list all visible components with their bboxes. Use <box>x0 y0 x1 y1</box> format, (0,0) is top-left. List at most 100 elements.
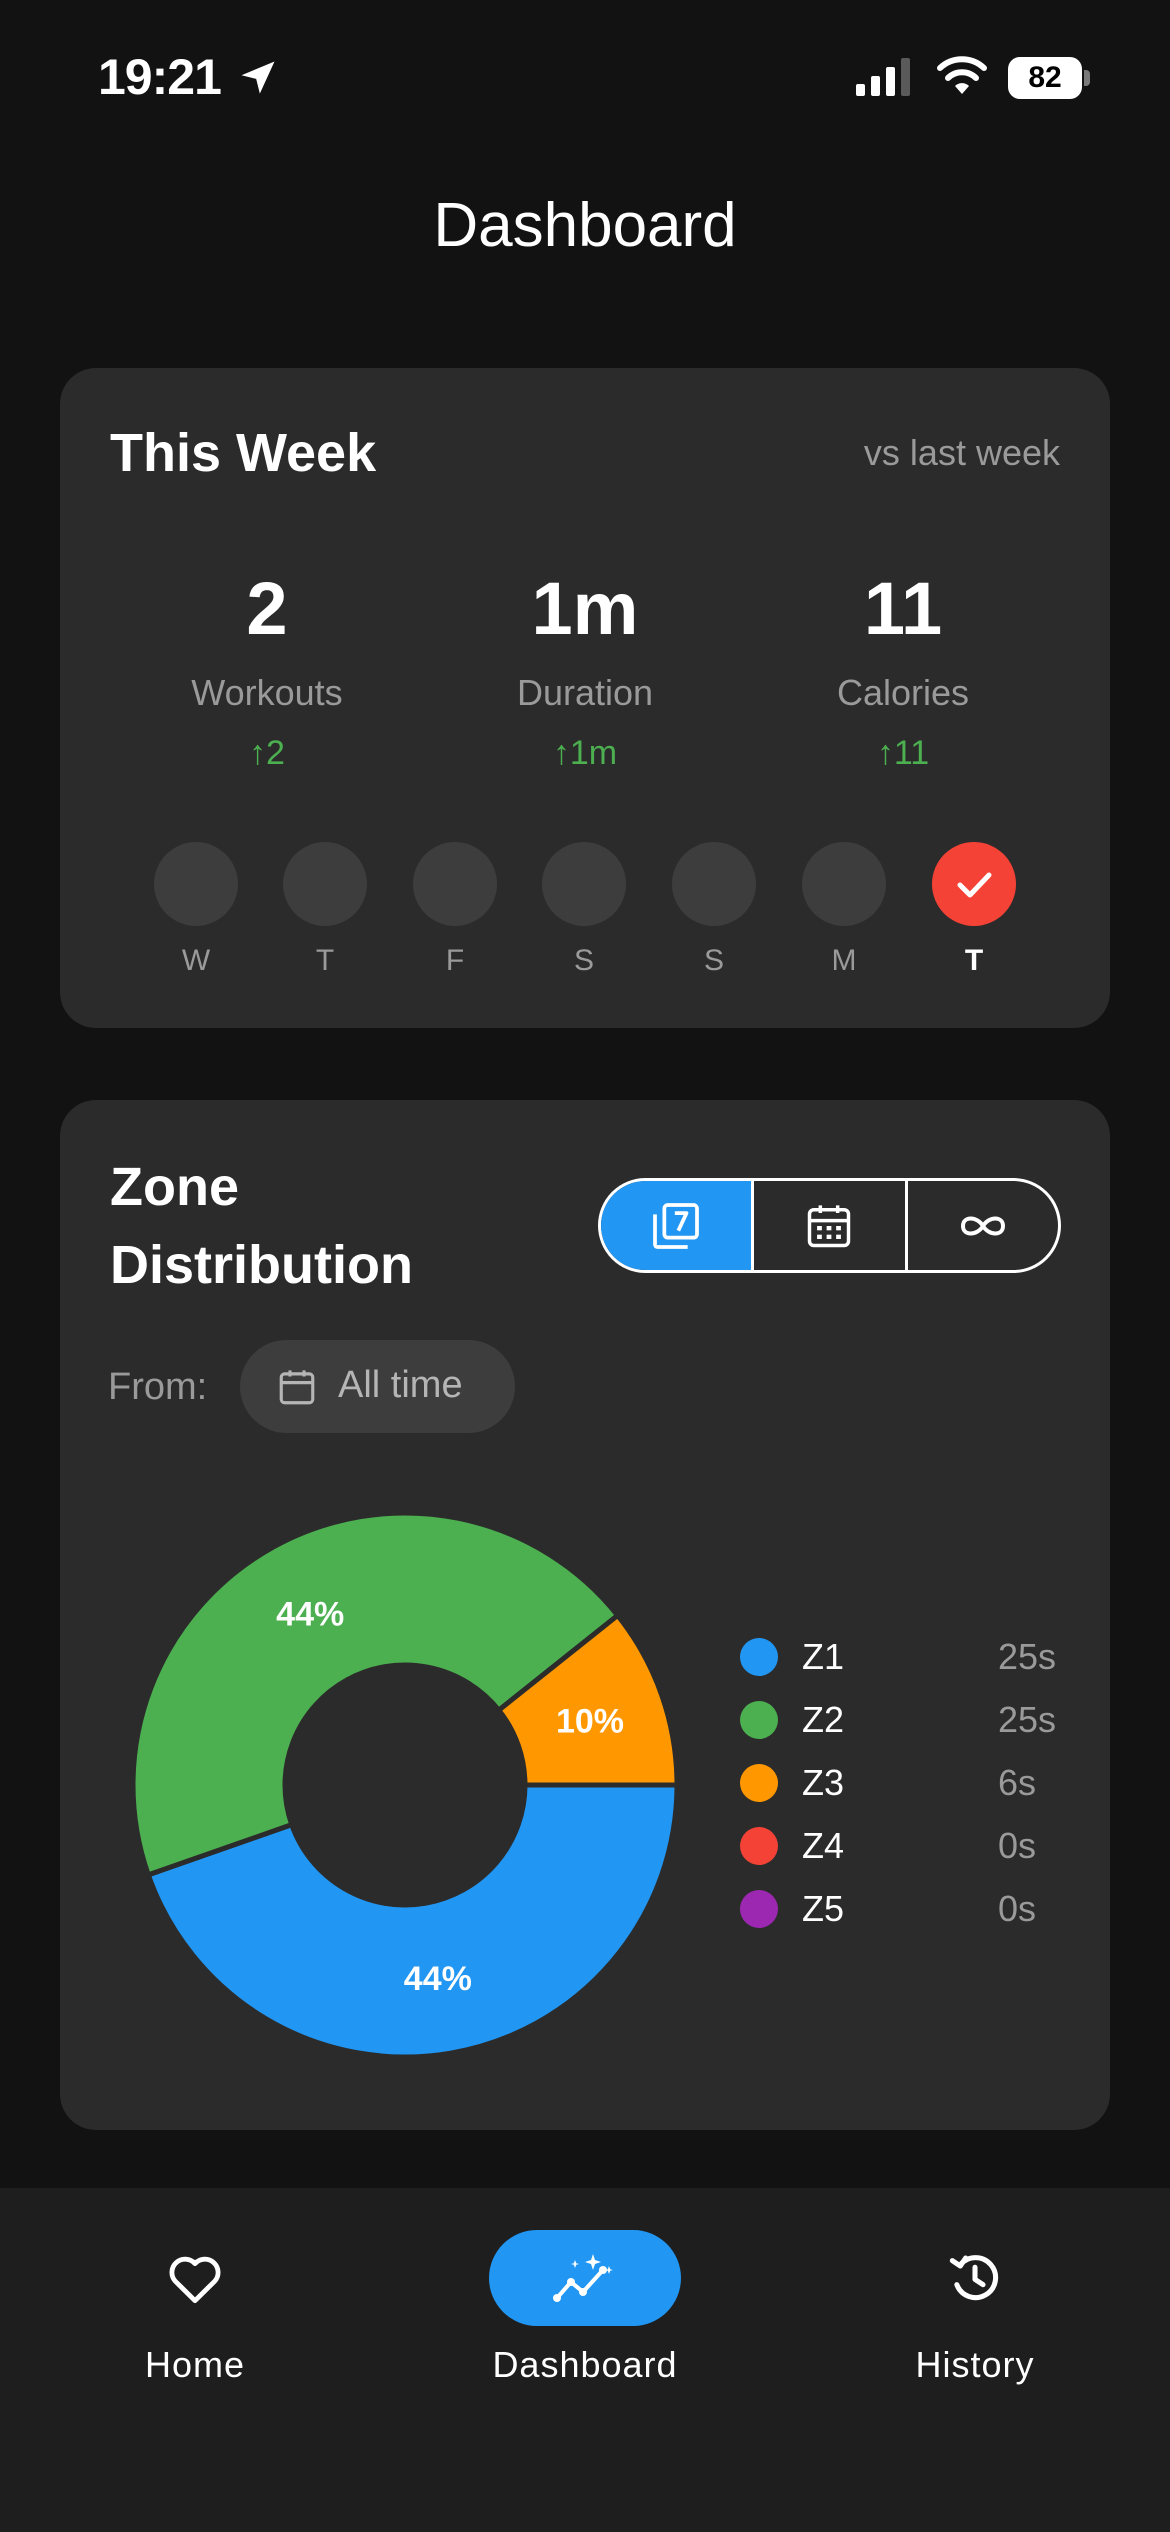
legend-dot <box>740 1701 778 1739</box>
stat-value: 2 <box>246 567 288 650</box>
screen: 19:21 82 Dashboard This Week vs last wee… <box>0 0 1170 2532</box>
heart-icon <box>169 2256 221 2304</box>
day-saturday[interactable]: S <box>542 842 626 978</box>
infinity-icon <box>960 1216 1005 1235</box>
from-label: From: <box>108 1366 208 1408</box>
nav-dashboard[interactable]: Dashboard <box>435 2230 735 2386</box>
donut-label-z1: 44% <box>404 1960 472 1998</box>
status-bar: 19:21 82 <box>0 0 1170 150</box>
stat-duration: 1m Duration ↑1m <box>425 564 745 773</box>
day-friday[interactable]: F <box>413 842 497 978</box>
battery-cap <box>1084 70 1090 86</box>
checkmark-icon <box>957 872 992 898</box>
day-monday[interactable]: M <box>802 842 886 978</box>
legend-item-z4: Z4 0s <box>740 1817 1070 1880</box>
day-letter: T <box>315 944 335 977</box>
wifi-icon <box>937 56 987 94</box>
last-7-days-icon <box>653 1202 700 1249</box>
calendar-icon <box>808 1204 851 1247</box>
stat-calories: 11 Calories ↑11 <box>743 564 1063 773</box>
donut-label-z2: 44% <box>276 1595 344 1633</box>
arrow-up-icon: ↑ <box>249 734 267 772</box>
stat-workouts: 2 Workouts ↑2 <box>107 564 427 773</box>
legend-value: 0s <box>998 1888 1037 1929</box>
legend-value: 25s <box>998 1636 1057 1677</box>
donut-label-z3: 10% <box>556 1702 624 1740</box>
location-arrow-icon <box>241 61 275 94</box>
legend-value: 25s <box>998 1699 1057 1740</box>
zone-donut-chart: 44% 44% 10% <box>130 1510 680 2060</box>
range-segmented-control <box>598 1178 1061 1273</box>
day-letter: F <box>445 944 465 977</box>
legend-item-z5: Z5 0s <box>740 1880 1070 1943</box>
day-letter: S <box>573 944 594 977</box>
nav-label: History <box>915 2344 1035 2385</box>
legend-dot <box>740 1890 778 1928</box>
range-calendar-button[interactable] <box>751 1181 904 1270</box>
day-sunday[interactable]: S <box>672 842 756 978</box>
zone-legend: Z1 25s Z2 25s Z3 6s Z4 0s Z5 0s <box>740 1628 1070 1943</box>
cell-signal-icon <box>856 58 910 96</box>
battery-icon: 82 <box>1008 57 1090 99</box>
nav-icon-container <box>879 2230 1071 2326</box>
day-tuesday[interactable]: T <box>932 842 1016 978</box>
day-wednesday[interactable]: W <box>154 842 238 978</box>
chart-sparkle-icon <box>553 2254 613 2302</box>
zone-title-line1: Zone <box>110 1157 239 1217</box>
day-letter: M <box>831 944 857 977</box>
day-circle <box>283 842 367 926</box>
status-time: 19:21 <box>98 49 222 105</box>
day-circle <box>802 842 886 926</box>
legend-name: Z4 <box>802 1825 845 1866</box>
legend-item-z3: Z3 6s <box>740 1754 1070 1817</box>
legend-name: Z1 <box>802 1636 845 1677</box>
legend-name: Z3 <box>802 1762 845 1803</box>
day-letter: W <box>181 944 211 977</box>
legend-name: Z5 <box>802 1888 845 1929</box>
battery-level: 82 <box>1008 57 1082 99</box>
stat-label: Duration <box>516 672 654 713</box>
range-all-time-button[interactable] <box>904 1181 1058 1270</box>
calendar-icon <box>279 1370 315 1405</box>
arrow-up-icon: ↑ <box>876 734 894 772</box>
legend-value: 6s <box>998 1762 1037 1803</box>
stat-value: 11 <box>863 567 943 650</box>
zone-title-line2: Distribution <box>110 1235 413 1295</box>
page-title: Dashboard <box>433 191 737 260</box>
legend-name: Z2 <box>802 1699 845 1740</box>
legend-dot <box>740 1764 778 1802</box>
legend-dot <box>740 1827 778 1865</box>
legend-dot <box>740 1638 778 1676</box>
week-days: W T F S S M T <box>0 842 1170 982</box>
zone-distribution-title: Zone Distribution <box>110 1148 610 1304</box>
history-icon <box>949 2255 999 2301</box>
stat-label: Calories <box>836 672 970 713</box>
stat-delta: ↑11 <box>876 734 930 772</box>
day-circle <box>542 842 626 926</box>
day-letter: S <box>703 944 724 977</box>
stat-delta: ↑1m <box>552 734 618 772</box>
nav-home[interactable]: Home <box>45 2230 345 2386</box>
legend-item-z1: Z1 25s <box>740 1628 1070 1691</box>
from-date-value: All time <box>338 1364 463 1406</box>
stat-label: Workouts <box>191 672 343 713</box>
day-circle <box>413 842 497 926</box>
stat-delta: ↑2 <box>249 734 285 772</box>
arrow-up-icon: ↑ <box>552 734 570 772</box>
nav-label: Home <box>144 2344 246 2385</box>
legend-item-z2: Z2 25s <box>740 1691 1070 1754</box>
stat-value: 1m <box>531 567 639 650</box>
day-circle <box>672 842 756 926</box>
range-last-7-days-button[interactable] <box>601 1181 752 1270</box>
day-thursday[interactable]: T <box>283 842 367 978</box>
day-circle <box>154 842 238 926</box>
from-date-chip[interactable]: All time <box>240 1340 515 1433</box>
day-circle-done <box>932 842 1016 926</box>
comparison-label: vs last week <box>863 432 1060 473</box>
this-week-title: This Week <box>110 423 377 483</box>
nav-history[interactable]: History <box>825 2230 1125 2386</box>
nav-icon-container <box>99 2230 291 2326</box>
day-letter: T <box>964 944 984 977</box>
nav-label: Dashboard <box>492 2344 678 2385</box>
nav-icon-container-active <box>489 2230 681 2326</box>
